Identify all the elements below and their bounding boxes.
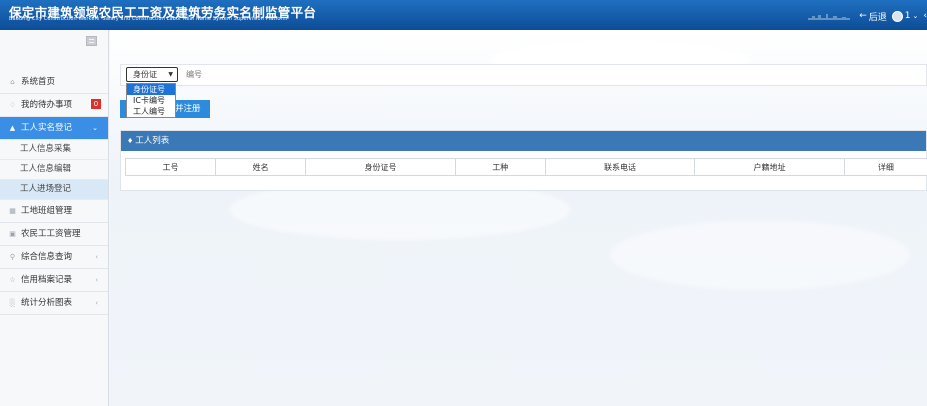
sidebar-item-todo[interactable]: ♢ 我的待办事项 0: [0, 94, 108, 117]
chevron-left-icon: ‹: [95, 299, 98, 307]
worker-list-panel: ♦ 工人列表 工号 姓名 身份证号 工种 联系电话 户籍地址 详细: [120, 130, 927, 191]
card-icon: ▣: [9, 230, 16, 238]
sidebar: ⌂ 系统首页 ♢ 我的待办事项 0 ▲ 工人实名登记 ⌄ 工人信息采集 工人信息…: [0, 30, 109, 406]
arrow-left-icon: ←: [859, 11, 867, 21]
bar-chart-icon: ░: [9, 299, 16, 307]
main-content: 身份证 ▼ 身份证号 IC卡编号 工人编号 并注册 ♦工人列表 工号 姓名 身份…: [110, 30, 927, 406]
id-type-selected-value: 身份证: [133, 70, 157, 79]
platform-subtitle: Baoding City Construction Workers' Salar…: [9, 16, 288, 22]
id-type-dropdown: 身份证号 IC卡编号 工人编号: [126, 83, 176, 118]
worker-list-title: 工人列表: [135, 136, 170, 146]
id-type-select[interactable]: 身份证 ▼: [126, 67, 178, 82]
todo-count-badge: 0: [91, 99, 101, 109]
sidebar-item-label: 信用档案记录: [21, 275, 73, 285]
back-button[interactable]: ← 后退: [859, 10, 887, 23]
sidebar-item-credit-records[interactable]: ☆ 信用档案记录 ‹: [0, 269, 108, 292]
caret-down-icon: ▼: [168, 71, 173, 78]
worker-list-header: ♦ 工人列表: [121, 131, 926, 151]
sidebar-subitem-info-collect[interactable]: 工人信息采集: [0, 140, 108, 160]
sidebar-subitem-info-edit[interactable]: 工人信息编辑: [0, 160, 108, 180]
sidebar-item-label: 综合信息查询: [21, 252, 73, 262]
worker-table: 工号 姓名 身份证号 工种 联系电话 户籍地址 详细: [124, 158, 927, 176]
sidebar-item-info-query[interactable]: ⚲ 综合信息查询 ‹: [0, 246, 108, 269]
bell-icon: ♢: [9, 101, 16, 109]
header-actions: ← 后退 1 ⌄ ‹: [808, 9, 927, 23]
building-icon: ▦: [9, 207, 16, 215]
sidebar-subitem-entry-registration[interactable]: 工人进场登记: [0, 180, 108, 200]
register-button-label: 并注册: [175, 104, 201, 114]
background-cloud: [610, 220, 910, 290]
column-header: 身份证号: [305, 158, 456, 176]
back-label: 后退: [868, 12, 887, 23]
user-icon: ▲: [9, 124, 16, 132]
top-header: 保定市建筑领域农民工工资及建筑劳务实名制监管平台 Baoding City Co…: [0, 0, 927, 30]
chevron-down-icon: ⌄: [92, 124, 98, 132]
sidebar-item-label: 系统首页: [21, 77, 56, 87]
chevron-left-icon[interactable]: ‹: [923, 11, 927, 21]
caret-icon: ♦: [127, 137, 134, 145]
number-input[interactable]: [186, 67, 306, 82]
sidebar-toggle-icon[interactable]: [86, 36, 97, 46]
chevron-left-icon: ‹: [95, 253, 98, 261]
sidebar-menu: ⌂ 系统首页 ♢ 我的待办事项 0 ▲ 工人实名登记 ⌄ 工人信息采集 工人信息…: [0, 71, 108, 315]
sidebar-item-label: 工人实名登记: [21, 123, 73, 133]
table-header-row: 工号 姓名 身份证号 工种 联系电话 户籍地址 详细: [124, 158, 927, 176]
sidebar-item-label: 农民工工资管理: [21, 229, 81, 239]
dropdown-option[interactable]: 身份证号: [127, 84, 175, 95]
avatar-icon: [891, 10, 903, 22]
sidebar-item-team-management[interactable]: ▦ 工地班组管理: [0, 200, 108, 223]
sidebar-item-home[interactable]: ⌂ 系统首页: [0, 71, 108, 94]
user-label: 1: [904, 11, 911, 21]
skyline-decoration-icon: [808, 14, 851, 20]
dropdown-option[interactable]: 工人编号: [127, 106, 175, 117]
column-header: 姓名: [215, 158, 307, 176]
chevron-left-icon: ‹: [95, 276, 98, 284]
column-header: 户籍地址: [694, 158, 845, 176]
sidebar-item-statistics[interactable]: ░ 统计分析图表 ‹: [0, 292, 108, 315]
sidebar-item-wage-management[interactable]: ▣ 农民工工资管理: [0, 223, 108, 246]
column-header: 联系电话: [544, 158, 696, 176]
sidebar-item-worker-registration[interactable]: ▲ 工人实名登记 ⌄: [0, 117, 108, 140]
dropdown-option[interactable]: IC卡编号: [127, 95, 175, 106]
column-header: 工号: [124, 158, 217, 176]
sidebar-item-label: 我的待办事项: [21, 100, 73, 110]
user-menu[interactable]: 1 ⌄: [891, 10, 919, 22]
chevron-down-icon: ⌄: [912, 12, 919, 20]
home-icon: ⌂: [10, 78, 15, 86]
column-header: 详细: [843, 158, 927, 176]
sidebar-item-label: 统计分析图表: [21, 298, 73, 308]
star-icon: ☆: [9, 276, 16, 284]
search-icon: ⚲: [9, 253, 16, 261]
column-header: 工种: [454, 158, 546, 176]
sidebar-item-label: 工地班组管理: [21, 206, 73, 216]
